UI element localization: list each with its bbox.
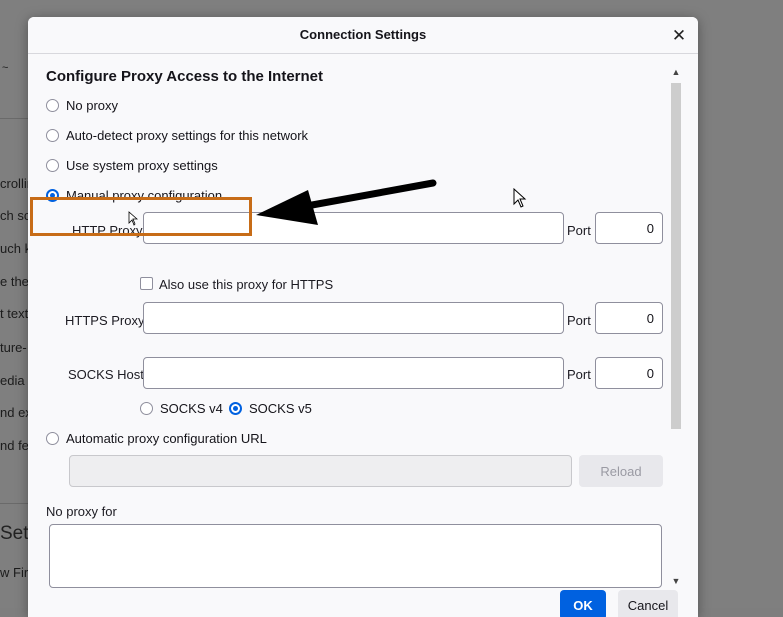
scroll-down-icon[interactable]: ▼ xyxy=(670,575,682,587)
ok-button[interactable]: OK xyxy=(560,590,606,617)
radio-pac-url[interactable]: Automatic proxy configuration URL xyxy=(46,431,267,446)
no-proxy-for-textarea[interactable] xyxy=(49,524,662,588)
radio-socks-v5[interactable]: SOCKS v5 xyxy=(229,401,312,416)
bg-fragment: e the xyxy=(0,274,29,289)
dialog-title: Connection Settings xyxy=(299,27,427,42)
radio-auto-detect[interactable]: Auto-detect proxy settings for this netw… xyxy=(46,128,308,143)
radio-label: SOCKS v5 xyxy=(249,401,312,416)
annotation-arrow-icon xyxy=(256,179,437,225)
radio-label: No proxy xyxy=(66,98,119,113)
pac-url-input[interactable] xyxy=(69,455,572,487)
bg-divider xyxy=(0,118,30,119)
http-port-input[interactable] xyxy=(595,212,663,244)
bg-fragment: ture- xyxy=(0,340,27,355)
radio-button[interactable] xyxy=(46,159,59,172)
reload-button[interactable]: Reload xyxy=(579,455,663,487)
socks-host-input[interactable] xyxy=(143,357,564,389)
socks-port-input[interactable] xyxy=(595,357,663,389)
mouse-cursor-icon xyxy=(513,188,527,208)
http-port-label: Port xyxy=(567,223,591,238)
mouse-cursor-icon xyxy=(128,211,138,226)
https-port-label: Port xyxy=(567,313,591,328)
radio-button[interactable] xyxy=(46,432,59,445)
radio-button[interactable] xyxy=(46,99,59,112)
bg-fragment: uch k xyxy=(0,241,32,256)
bg-fragment: t text xyxy=(0,306,29,321)
radio-label: Automatic proxy configuration URL xyxy=(66,431,267,446)
https-proxy-label: HTTPS Proxy xyxy=(65,313,145,328)
radio-system-proxy[interactable]: Use system proxy settings xyxy=(46,158,218,173)
radio-button[interactable] xyxy=(46,129,59,142)
https-proxy-input[interactable] xyxy=(143,302,564,334)
radio-button[interactable] xyxy=(140,402,153,415)
radio-no-proxy[interactable]: No proxy xyxy=(46,98,118,113)
also-https-checkbox[interactable] xyxy=(140,277,153,290)
radio-label: SOCKS v4 xyxy=(160,401,223,416)
https-port-input[interactable] xyxy=(595,302,663,334)
bg-fragment: nd fe xyxy=(0,438,29,453)
connection-settings-dialog: Connection Settings ✕ Configure Proxy Ac… xyxy=(28,17,698,617)
bg-fragment: ~ xyxy=(2,62,9,74)
radio-label: Use system proxy settings xyxy=(66,158,218,173)
cancel-button[interactable]: Cancel xyxy=(618,590,678,617)
section-heading: Configure Proxy Access to the Internet xyxy=(46,68,324,85)
socks-port-label: Port xyxy=(567,367,591,382)
no-proxy-for-label: No proxy for xyxy=(46,504,117,519)
scrollbar-thumb[interactable] xyxy=(671,83,681,429)
also-https-label: Also use this proxy for HTTPS xyxy=(159,277,334,292)
radio-button-selected[interactable] xyxy=(229,402,242,415)
socks-host-label: SOCKS Host xyxy=(68,367,144,382)
scroll-up-icon[interactable]: ▲ xyxy=(670,66,682,78)
dialog-content: Configure Proxy Access to the Internet N… xyxy=(28,54,698,617)
radio-label: Auto-detect proxy settings for this netw… xyxy=(66,128,309,143)
close-icon[interactable]: ✕ xyxy=(669,26,689,46)
dialog-titlebar: Connection Settings ✕ xyxy=(28,17,698,53)
bg-divider xyxy=(0,503,30,504)
radio-socks-v4[interactable]: SOCKS v4 xyxy=(140,401,223,416)
annotation-highlight-box xyxy=(30,197,252,236)
